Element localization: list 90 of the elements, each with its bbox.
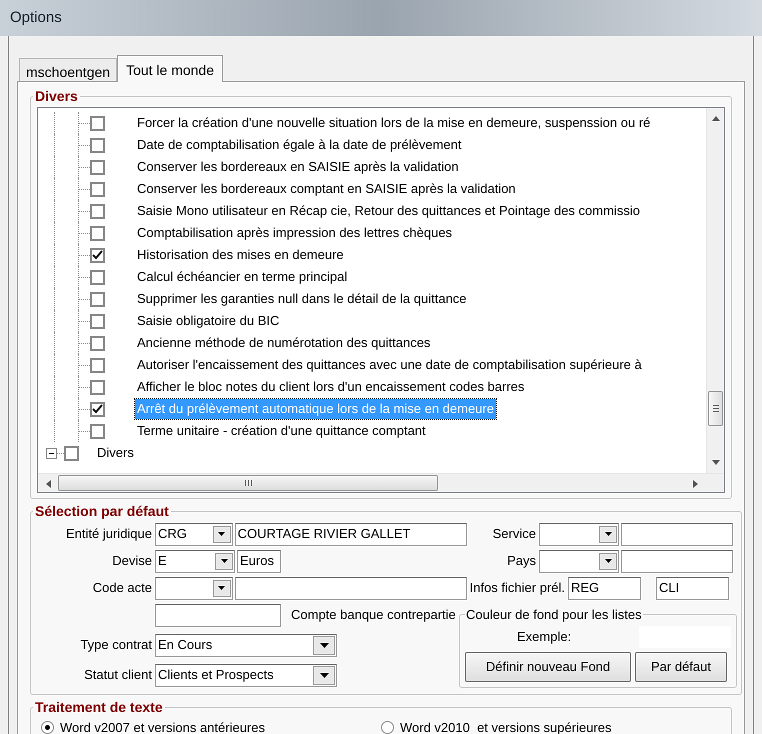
field-label: Compte banque contrepartie xyxy=(291,606,456,624)
text-field[interactable]: CLI xyxy=(656,576,729,600)
group-title: Couleur de fond pour les listes xyxy=(465,606,643,624)
radio-button[interactable] xyxy=(381,720,394,734)
checkbox[interactable] xyxy=(90,292,105,306)
scroll-thumb[interactable] xyxy=(708,391,723,426)
tree-item[interactable]: Terme unitaire - création d'une quittance comptant xyxy=(135,421,428,441)
scroll-up-icon[interactable] xyxy=(712,116,720,121)
field-label: Code acte xyxy=(92,579,153,598)
checkbox[interactable] xyxy=(90,116,105,130)
text-field[interactable]: REG xyxy=(568,576,641,600)
tree-item[interactable]: Afficher le bloc notes du client lors d'un encaissement codes barres xyxy=(135,377,526,397)
button[interactable]: Par défaut xyxy=(635,652,727,682)
checkbox[interactable] xyxy=(90,182,105,196)
dropdown-button[interactable] xyxy=(599,552,617,570)
tab[interactable]: Tout le monde xyxy=(117,55,224,82)
radio-label: Word v2010 et versions supérieures xyxy=(400,718,612,734)
checkbox[interactable] xyxy=(90,226,105,240)
field-label: Service xyxy=(492,525,537,544)
tree-item[interactable]: Calcul échéancier en terme principal xyxy=(135,267,350,287)
field-label: Infos fichier prél. xyxy=(468,579,566,598)
dropdown-button[interactable] xyxy=(313,636,335,654)
caret-icon xyxy=(604,559,612,563)
dropdown-button[interactable] xyxy=(313,666,335,684)
checkbox[interactable] xyxy=(90,138,105,152)
dropdown-button[interactable] xyxy=(212,526,231,542)
radio-button[interactable] xyxy=(41,720,54,734)
caret-icon xyxy=(220,559,228,563)
window-title: Options xyxy=(10,8,62,28)
scroll-left-icon[interactable] xyxy=(46,480,51,488)
combo-box[interactable] xyxy=(539,550,619,572)
dropdown[interactable]: Clients et Prospects xyxy=(155,664,337,686)
button[interactable]: Définir nouveau Fond xyxy=(465,652,631,682)
text-field[interactable] xyxy=(234,576,467,600)
combo-box[interactable]: CRG xyxy=(155,522,233,546)
checkbox[interactable] xyxy=(64,446,79,460)
collapse-icon[interactable] xyxy=(46,448,57,458)
caret-icon xyxy=(218,586,226,590)
example-label: Exemple: xyxy=(517,628,572,646)
caret-icon xyxy=(320,642,328,648)
checkbox[interactable] xyxy=(90,424,105,438)
tree-item[interactable]: Supprimer les garanties null dans le détail de la quittance xyxy=(135,289,469,309)
field-label: Pays xyxy=(506,552,537,570)
dropdown-button[interactable] xyxy=(215,552,233,570)
tree-item[interactable]: Comptabilisation après impression des lettres chèques xyxy=(135,223,454,243)
text-field[interactable] xyxy=(621,550,733,572)
scroll-right-icon[interactable] xyxy=(693,480,698,488)
tree-item[interactable]: Historisation des mises en demeure xyxy=(135,245,346,265)
combo-box[interactable] xyxy=(155,576,233,600)
caret-icon xyxy=(604,532,612,536)
tree-item[interactable]: Date de comptabilisation égale à la date de prélèvement xyxy=(135,135,464,155)
tree-item[interactable]: Conserver les bordereaux comptant en SAISIE après la validation xyxy=(135,179,518,199)
tree-item[interactable]: Saisie Mono utilisateur en Récap cie, Retour des quittances et Pointage des commissio xyxy=(135,201,642,221)
text-field[interactable]: COURTAGE RIVIER GALLET xyxy=(234,522,467,546)
checkbox[interactable] xyxy=(90,270,105,284)
checkbox[interactable] xyxy=(90,248,105,262)
tree-item[interactable]: Saisie obligatoire du BIC xyxy=(135,311,282,331)
radio-label: Word v2007 et versions antérieures xyxy=(60,718,265,734)
scroll-thumb[interactable] xyxy=(58,475,438,491)
field-label: Entité juridique xyxy=(65,525,153,544)
checkbox[interactable] xyxy=(90,358,105,372)
dropdown[interactable]: En Cours xyxy=(155,634,337,656)
checkbox[interactable] xyxy=(90,402,105,416)
scroll-down-icon[interactable] xyxy=(712,460,720,465)
text-field[interactable]: Euros xyxy=(237,550,281,572)
checkbox[interactable] xyxy=(90,314,105,328)
field-label: Statut client xyxy=(83,666,153,684)
combo-box[interactable] xyxy=(539,522,619,546)
tree-item[interactable]: Ancienne méthode de numérotation des quittances xyxy=(135,333,432,353)
group-title: Traitement de texte xyxy=(34,698,164,716)
tree-item[interactable]: Forcer la création d'une nouvelle situation lors de la mise en demeure, suspenssion ou ré xyxy=(135,113,652,133)
tree-item[interactable]: Autoriser l'encaissement des quittances avec une date de comptabilisation supérieure à xyxy=(135,355,644,375)
dropdown-button[interactable] xyxy=(212,580,231,596)
group-title: Sélection par défaut xyxy=(34,502,170,521)
checkbox[interactable] xyxy=(90,204,105,218)
checkbox[interactable] xyxy=(90,160,105,174)
caret-icon xyxy=(218,532,226,536)
field-label: Devise xyxy=(111,552,153,570)
group-title: Divers xyxy=(34,87,79,106)
text-field[interactable] xyxy=(155,604,281,626)
tree-item[interactable]: Divers xyxy=(95,443,136,463)
tab[interactable]: mschoentgen xyxy=(19,58,118,81)
field-label: Type contrat xyxy=(79,636,153,654)
caret-icon xyxy=(320,672,328,678)
text-field[interactable] xyxy=(621,522,733,546)
dropdown-button[interactable] xyxy=(599,526,617,542)
tree-item[interactable]: Conserver les bordereaux en SAISIE après la validation xyxy=(135,157,461,177)
combo-box[interactable]: E xyxy=(155,550,235,572)
checkbox[interactable] xyxy=(90,380,105,394)
checkbox[interactable] xyxy=(90,336,105,350)
